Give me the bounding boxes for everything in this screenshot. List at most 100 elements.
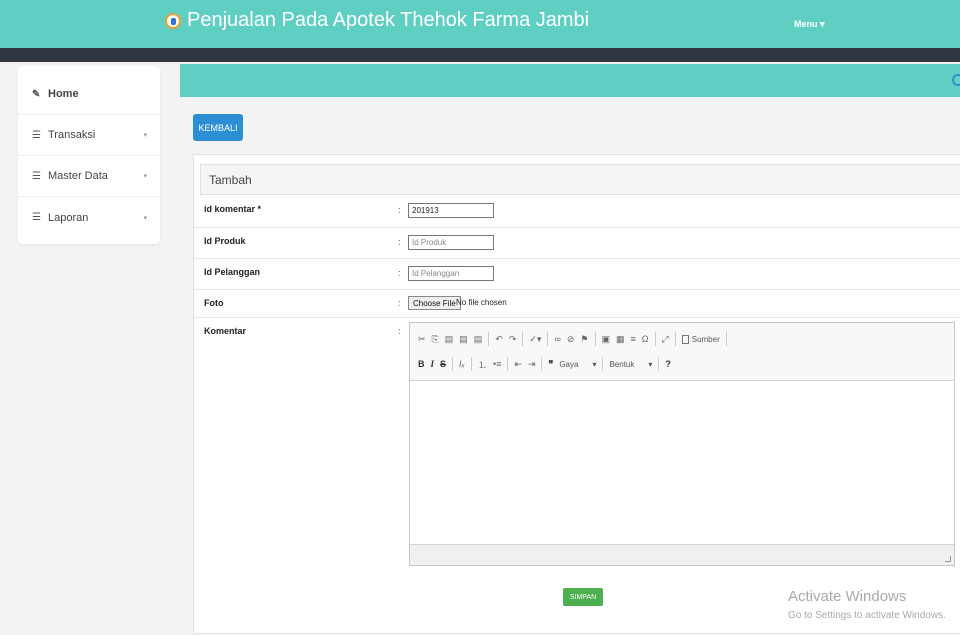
field-colon: : — [398, 298, 401, 308]
field-colon: : — [398, 205, 401, 215]
source-label: Sumber — [691, 334, 720, 344]
toolbar-separator — [547, 332, 549, 346]
sidebar-item-label: Home — [48, 88, 79, 100]
toolbar-separator — [470, 357, 472, 371]
toolbar-separator — [725, 332, 727, 346]
field-label: Id Pelanggan — [204, 267, 261, 277]
sidebar: ✎ Home ☰ Transaksi ▾ ☰ Master Data ▾ ☰ L… — [18, 66, 160, 244]
editor-toolbar: ✂ ⎘ ▤ ▤ ▤ ↶ ↷ ✓▾ ∞ ⊘ ⚑ ▣ ▦ ≡ Ω ⤢ Sumber … — [410, 323, 954, 381]
app-title-text: Penjualan Pada Apotek Thehok Farma Jambi — [187, 9, 590, 31]
form-row-id-produk: Id Produk : — [194, 228, 960, 259]
panel-title: Tambah — [200, 164, 960, 195]
indent-icon[interactable]: ⇥ — [528, 359, 536, 370]
special-char-icon[interactable]: Ω — [642, 334, 649, 344]
editor-footer — [410, 544, 954, 565]
toolbar-separator — [507, 357, 509, 371]
toolbar-row-2: B I S Iₓ ⒈ •≡ ⇤ ⇥ ❞ Gaya ▾ Bentuk ▾ ? — [418, 355, 671, 373]
style-label: Gaya — [559, 359, 579, 369]
form-row-id-komentar: id komentar * : — [194, 196, 960, 228]
toolbar-separator — [654, 332, 656, 346]
choose-file-button[interactable]: Choose File — [408, 296, 461, 310]
chevron-down-icon: ▾ — [648, 359, 653, 369]
logo-icon — [165, 12, 181, 29]
spellcheck-icon[interactable]: ✓▾ — [529, 334, 541, 345]
toolbar-separator — [674, 332, 676, 346]
editor-content-area[interactable] — [410, 382, 954, 544]
link-icon[interactable]: ∞ — [554, 334, 560, 344]
field-label: Foto — [204, 298, 224, 308]
back-button[interactable]: KEMBALI — [193, 114, 243, 141]
strikethrough-icon[interactable]: S — [440, 359, 446, 369]
italic-icon[interactable]: I — [431, 359, 435, 369]
rich-text-editor: ✂ ⎘ ▤ ▤ ▤ ↶ ↷ ✓▾ ∞ ⊘ ⚑ ▣ ▦ ≡ Ω ⤢ Sumber … — [409, 322, 955, 566]
toolbar-row-1: ✂ ⎘ ▤ ▤ ▤ ↶ ↷ ✓▾ ∞ ⊘ ⚑ ▣ ▦ ≡ Ω ⤢ Sumber — [418, 330, 727, 348]
toolbar-separator — [522, 332, 524, 346]
activate-windows-watermark: Activate Windows Go to Settings to activ… — [788, 588, 946, 621]
field-label: Id Produk — [204, 236, 246, 246]
remove-format-icon[interactable]: Iₓ — [459, 359, 465, 369]
form-panel: Tambah id komentar * : Id Produk : Id Pe… — [193, 154, 960, 634]
cut-icon[interactable]: ✂ — [418, 334, 426, 345]
toolbar-separator — [452, 357, 454, 371]
sidebar-item-laporan[interactable]: ☰ Laporan ▾ — [18, 197, 160, 238]
image-icon[interactable]: ▣ — [602, 334, 611, 345]
toolbar-separator — [488, 332, 490, 346]
id-komentar-input[interactable] — [408, 203, 494, 218]
blockquote-icon[interactable]: ❞ — [548, 359, 553, 370]
sidebar-item-label: Laporan — [48, 211, 89, 224]
help-icon[interactable]: ? — [665, 359, 671, 369]
list-icon: ☰ — [32, 170, 41, 182]
format-dropdown[interactable]: Bentuk ▾ — [609, 360, 652, 369]
menu-dropdown[interactable]: Menu ▾ — [794, 19, 825, 30]
sidebar-item-label: Master Data — [48, 170, 108, 182]
toolbar-separator — [658, 357, 660, 371]
id-pelanggan-input[interactable] — [408, 266, 494, 281]
watermark-subtitle: Go to Settings to activate Windows. — [788, 610, 946, 621]
toolbar-separator — [541, 357, 543, 371]
field-colon: : — [398, 326, 401, 336]
copy-icon[interactable]: ⎘ — [432, 334, 439, 345]
source-button[interactable]: Sumber — [681, 334, 720, 344]
chevron-down-icon: ▾ — [143, 214, 147, 222]
horizontal-line-icon[interactable]: ≡ — [631, 334, 636, 344]
field-colon: : — [398, 268, 401, 278]
refresh-icon[interactable] — [952, 74, 960, 86]
table-icon[interactable]: ▦ — [616, 334, 625, 345]
redo-icon[interactable]: ↷ — [509, 334, 517, 345]
field-label: Komentar — [204, 326, 247, 336]
sidebar-item-home[interactable]: ✎ Home — [18, 74, 160, 115]
header-divider — [0, 48, 960, 62]
sidebar-item-master-data[interactable]: ☰ Master Data ▾ — [18, 156, 160, 197]
paste-text-icon[interactable]: ▤ — [459, 334, 468, 345]
watermark-title: Activate Windows — [788, 588, 907, 605]
undo-icon[interactable]: ↶ — [495, 334, 503, 345]
maximize-icon[interactable]: ⤢ — [662, 334, 669, 345]
form-row-foto: Foto : Choose File No file chosen — [194, 290, 960, 318]
document-icon — [681, 334, 689, 344]
app-title: Penjualan Pada Apotek Thehok Farma Jambi — [165, 9, 589, 32]
bold-icon[interactable]: B — [418, 359, 425, 369]
numbered-list-icon[interactable]: ⒈ — [478, 358, 487, 371]
form-row-id-pelanggan: Id Pelanggan : — [194, 259, 960, 290]
toolbar-separator — [602, 357, 604, 371]
outdent-icon[interactable]: ⇤ — [514, 359, 522, 370]
save-button[interactable]: SIMPAN — [563, 588, 603, 606]
resize-handle-icon[interactable] — [945, 556, 951, 562]
edit-icon: ✎ — [32, 88, 41, 100]
sidebar-item-label: Transaksi — [48, 129, 96, 141]
id-produk-input[interactable] — [408, 235, 494, 250]
bulleted-list-icon[interactable]: •≡ — [493, 359, 501, 369]
paste-icon[interactable]: ▤ — [445, 334, 454, 345]
sidebar-item-transaksi[interactable]: ☰ Transaksi ▾ — [18, 115, 160, 156]
content-header-strip — [180, 64, 960, 97]
chevron-down-icon: ▾ — [143, 173, 147, 180]
chevron-down-icon: ▾ — [592, 359, 597, 369]
style-dropdown[interactable]: Gaya ▾ — [559, 360, 596, 369]
anchor-flag-icon[interactable]: ⚑ — [580, 334, 588, 345]
unlink-icon[interactable]: ⊘ — [567, 334, 575, 345]
chevron-down-icon: ▾ — [143, 132, 147, 139]
list-icon: ☰ — [32, 129, 41, 141]
format-label: Bentuk — [609, 359, 635, 369]
paste-word-icon[interactable]: ▤ — [474, 334, 483, 345]
toolbar-separator — [594, 332, 596, 346]
